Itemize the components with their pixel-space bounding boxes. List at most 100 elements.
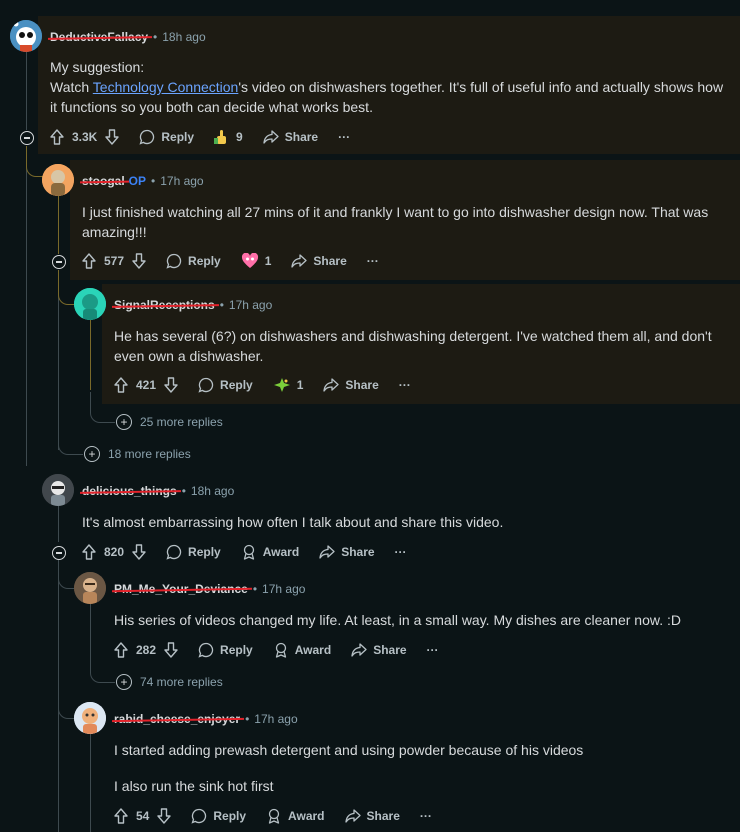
share-label: Share xyxy=(373,643,407,657)
avatar[interactable] xyxy=(10,20,42,52)
collapse-button[interactable] xyxy=(52,255,66,269)
downvote-icon[interactable] xyxy=(164,377,178,393)
thread-elbow-more74 xyxy=(90,652,115,683)
technology-connection-link[interactable]: Technology Connection xyxy=(93,79,239,95)
upvote-icon[interactable] xyxy=(114,377,128,393)
avatar[interactable] xyxy=(42,474,74,506)
timestamp[interactable]: 17h ago xyxy=(262,582,305,596)
comment-body: He has several (6?) on dishwashers and d… xyxy=(114,328,712,364)
username[interactable]: SignalReceptions xyxy=(114,298,215,312)
avatar[interactable] xyxy=(74,288,106,320)
reply-button[interactable]: Reply xyxy=(139,129,194,145)
more-replies-label: 25 more replies xyxy=(140,415,223,429)
downvote-icon[interactable] xyxy=(157,808,172,824)
award-label: Award xyxy=(288,809,325,823)
collapse-button[interactable] xyxy=(52,546,66,560)
username[interactable]: DeductiveFallacy xyxy=(50,30,148,44)
comment-text: Watch xyxy=(50,79,93,95)
share-icon xyxy=(344,809,361,823)
username[interactable]: rabid_cheese_enjoyer xyxy=(114,712,240,726)
avatar[interactable] xyxy=(74,702,106,734)
username[interactable]: PM_Me_Your_Deviance xyxy=(114,582,248,596)
upvote-icon[interactable] xyxy=(50,129,64,145)
more-options-icon: ··· xyxy=(398,378,411,392)
reply-button[interactable]: Reply xyxy=(198,377,253,393)
thread-line-root-2 xyxy=(26,146,27,466)
timestamp[interactable]: 18h ago xyxy=(162,30,205,44)
comment-text: My suggestion: xyxy=(50,59,145,75)
more-replies-button[interactable]: + 74 more replies xyxy=(116,674,223,690)
reply-label: Reply xyxy=(188,254,221,268)
pointing-hand-award-icon xyxy=(214,130,227,144)
share-icon xyxy=(263,130,279,144)
award-icon xyxy=(275,642,286,658)
award-button[interactable]: 9 xyxy=(214,129,243,145)
thread-line-delicious xyxy=(58,506,59,542)
thread-line-root xyxy=(26,52,27,130)
more-options-icon: ··· xyxy=(419,809,432,823)
timestamp[interactable]: 17h ago xyxy=(254,712,297,726)
share-button[interactable]: Share xyxy=(344,808,400,824)
username[interactable]: delicious_things xyxy=(82,484,177,498)
reply-label: Reply xyxy=(220,643,253,657)
share-icon xyxy=(319,545,335,559)
more-options-button[interactable]: ··· xyxy=(399,378,411,392)
reply-button[interactable]: Reply xyxy=(166,544,221,560)
share-button[interactable]: Share xyxy=(323,377,379,393)
username[interactable]: stoogal xyxy=(82,174,125,188)
share-button[interactable]: Share xyxy=(291,253,347,269)
more-options-button[interactable]: ··· xyxy=(420,809,432,823)
award-count: 1 xyxy=(264,254,272,268)
share-label: Share xyxy=(366,809,400,823)
more-options-icon: ··· xyxy=(338,130,351,144)
reply-button[interactable]: Reply xyxy=(191,808,246,824)
more-options-button[interactable]: ··· xyxy=(427,643,439,657)
upvote-icon[interactable] xyxy=(114,808,128,824)
reply-label: Reply xyxy=(220,378,253,392)
more-options-icon: ··· xyxy=(366,254,379,268)
award-button[interactable]: Award xyxy=(266,808,325,824)
thread-elbow-pm xyxy=(58,560,75,589)
share-button[interactable]: Share xyxy=(263,129,318,145)
avatar[interactable] xyxy=(74,572,106,604)
share-label: Share xyxy=(284,130,319,144)
share-button[interactable]: Share xyxy=(351,642,407,658)
more-replies-button[interactable]: + 25 more replies xyxy=(116,414,223,430)
downvote-icon[interactable] xyxy=(164,642,178,658)
award-count: 1 xyxy=(296,378,304,392)
award-button[interactable]: 1 xyxy=(273,377,304,393)
thread-elbow-more18 xyxy=(58,420,83,455)
sparkle-award-icon xyxy=(273,378,290,392)
comment-body: My suggestion: Watch Technology Connecti… xyxy=(50,57,730,117)
comment-icon xyxy=(166,544,182,560)
thread-elbow-more25 xyxy=(90,392,115,423)
award-button[interactable]: Award xyxy=(241,544,299,560)
timestamp[interactable]: 17h ago xyxy=(229,298,272,312)
award-button[interactable]: 1 xyxy=(241,253,272,269)
reply-button[interactable]: Reply xyxy=(166,253,221,269)
vote-count: 3.3K xyxy=(72,130,98,144)
more-options-button[interactable]: ··· xyxy=(338,130,350,144)
heart-eyes-award-icon xyxy=(241,253,258,268)
upvote-icon[interactable] xyxy=(114,642,128,658)
avatar[interactable] xyxy=(42,164,74,196)
downvote-icon[interactable] xyxy=(132,253,146,269)
more-replies-button[interactable]: + 18 more replies xyxy=(84,446,191,462)
more-options-button[interactable]: ··· xyxy=(395,545,407,559)
award-button[interactable]: Award xyxy=(273,642,331,658)
reply-label: Reply xyxy=(188,545,221,559)
collapse-button[interactable] xyxy=(20,131,34,145)
downvote-icon[interactable] xyxy=(105,129,120,145)
thread-elbow-signal xyxy=(58,270,75,305)
reply-button[interactable]: Reply xyxy=(198,642,253,658)
plus-icon: + xyxy=(116,674,132,690)
upvote-icon[interactable] xyxy=(82,544,96,560)
upvote-icon[interactable] xyxy=(82,253,96,269)
downvote-icon[interactable] xyxy=(132,544,146,560)
op-badge: OP xyxy=(128,174,147,188)
timestamp[interactable]: 17h ago xyxy=(160,174,203,188)
more-options-button[interactable]: ··· xyxy=(367,254,379,268)
share-button[interactable]: Share xyxy=(319,544,375,560)
timestamp[interactable]: 18h ago xyxy=(191,484,234,498)
comment-icon xyxy=(191,808,207,824)
